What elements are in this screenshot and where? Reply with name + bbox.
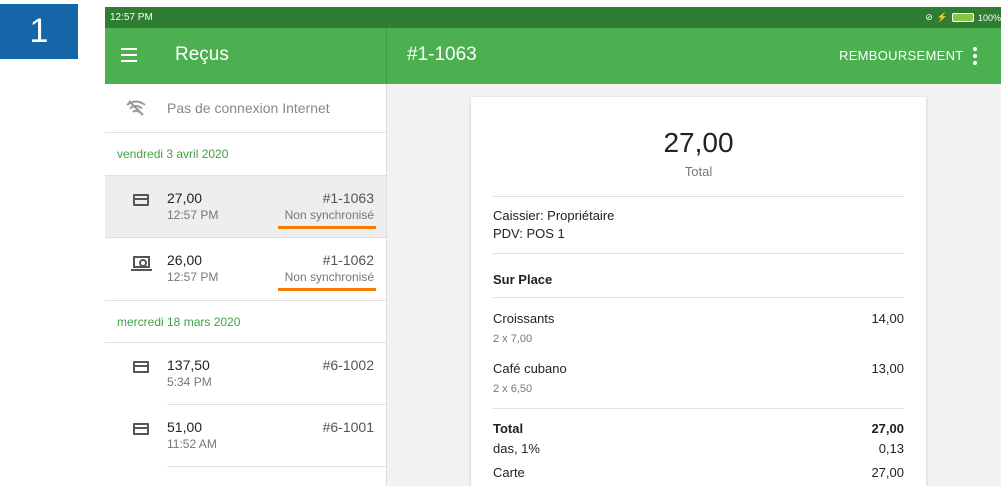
status-time: 12:57 PM — [110, 12, 153, 23]
battery-level: 100% — [977, 12, 1001, 23]
card-icon — [133, 423, 149, 435]
charging-icon: ⚡ — [936, 12, 948, 22]
battery-icon — [951, 13, 974, 22]
divider — [493, 297, 904, 298]
page-title: Reçus — [175, 44, 229, 65]
sync-highlight-underline — [278, 288, 376, 291]
receipt-time: 12:57 PM — [167, 270, 219, 284]
item-qty: 2 x 6,50 — [493, 383, 533, 395]
device-screen: 12:57 PM ⊘ ⚡ 100% Reçus #1-1063 REMBOURS… — [105, 7, 1001, 486]
dining-option: Sur Place — [493, 272, 553, 287]
receipt-amount: 27,00 — [167, 190, 203, 206]
sync-status: Non synchronisé — [284, 270, 374, 284]
wifi-off-icon — [105, 100, 167, 116]
payment-row-value: 27,00 — [871, 465, 904, 480]
status-icons: ⊘ ⚡ 100% — [925, 12, 1001, 23]
receipt-number: #6-1002 — [322, 357, 374, 373]
card-icon — [133, 194, 149, 206]
receipt-row[interactable]: 137,50 5:34 PM #6-1002 — [105, 343, 386, 405]
item-qty: 2 x 7,00 — [493, 333, 533, 345]
receipt-time: 11:52 AM — [167, 437, 217, 451]
cash-icon — [131, 256, 152, 271]
card-icon — [133, 361, 149, 373]
pos-label: PDV: POS 1 — [493, 226, 565, 241]
receipt-amount: 51,00 — [167, 419, 203, 435]
no-sim-icon: ⊘ — [925, 12, 933, 22]
receipt-amount: 26,00 — [167, 252, 203, 268]
item-name: Croissants — [493, 311, 555, 326]
receipt-total-label: Total — [684, 164, 713, 179]
tax-row-label: das, 1% — [493, 441, 540, 456]
receipt-list: Pas de connexion Internet vendredi 3 avr… — [105, 84, 387, 486]
receipt-number: #1-1063 — [322, 190, 374, 206]
appbar-divider — [386, 28, 387, 84]
total-row-value: 27,00 — [871, 421, 904, 436]
item-price: 14,00 — [871, 311, 904, 326]
receipt-number-title: #1-1063 — [407, 44, 477, 65]
tax-row-value: 0,13 — [878, 441, 904, 456]
total-row-label: Total — [493, 421, 524, 436]
payment-row-label: Carte — [493, 465, 525, 480]
receipt-row[interactable]: 51,00 11:52 AM #6-1001 — [105, 405, 386, 467]
divider — [493, 408, 904, 409]
item-name: Café cubano — [493, 361, 567, 376]
receipt-row[interactable]: 27,00 12:57 PM #1-1063 Non synchronisé — [105, 176, 386, 238]
receipt-time: 12:57 PM — [167, 208, 219, 222]
app-bar: Reçus #1-1063 REMBOURSEMENT — [105, 28, 1001, 84]
receipt-amount: 137,50 — [167, 357, 210, 373]
receipt-number: #6-1001 — [322, 419, 374, 435]
item-price: 13,00 — [871, 361, 904, 376]
sync-status: Non synchronisé — [284, 208, 374, 222]
receipt-detail-card: 27,00 Total Caissier: Propriétaire PDV: … — [471, 97, 926, 486]
receipt-number: #1-1062 — [322, 252, 374, 268]
receipt-time: 5:34 PM — [167, 375, 212, 389]
menu-icon[interactable] — [117, 44, 141, 68]
cashier-label: Caissier: Propriétaire — [493, 208, 615, 223]
more-options-icon[interactable] — [970, 44, 980, 68]
divider — [493, 196, 904, 197]
refund-button[interactable]: REMBOURSEMENT — [839, 48, 964, 63]
sync-highlight-underline — [278, 226, 376, 229]
divider — [493, 253, 904, 254]
status-bar: 12:57 PM ⊘ ⚡ 100% — [105, 7, 1001, 28]
step-badge: 1 — [0, 4, 78, 59]
receipt-total-amount: 27,00 — [663, 127, 734, 158]
row-divider — [167, 466, 386, 467]
offline-banner: Pas de connexion Internet — [105, 84, 386, 133]
date-header: mercredi 18 mars 2020 — [105, 300, 386, 343]
date-header: vendredi 3 avril 2020 — [105, 133, 386, 176]
offline-text: Pas de connexion Internet — [167, 100, 330, 116]
receipt-row[interactable]: 26,00 12:57 PM #1-1062 Non synchronisé — [105, 238, 386, 300]
